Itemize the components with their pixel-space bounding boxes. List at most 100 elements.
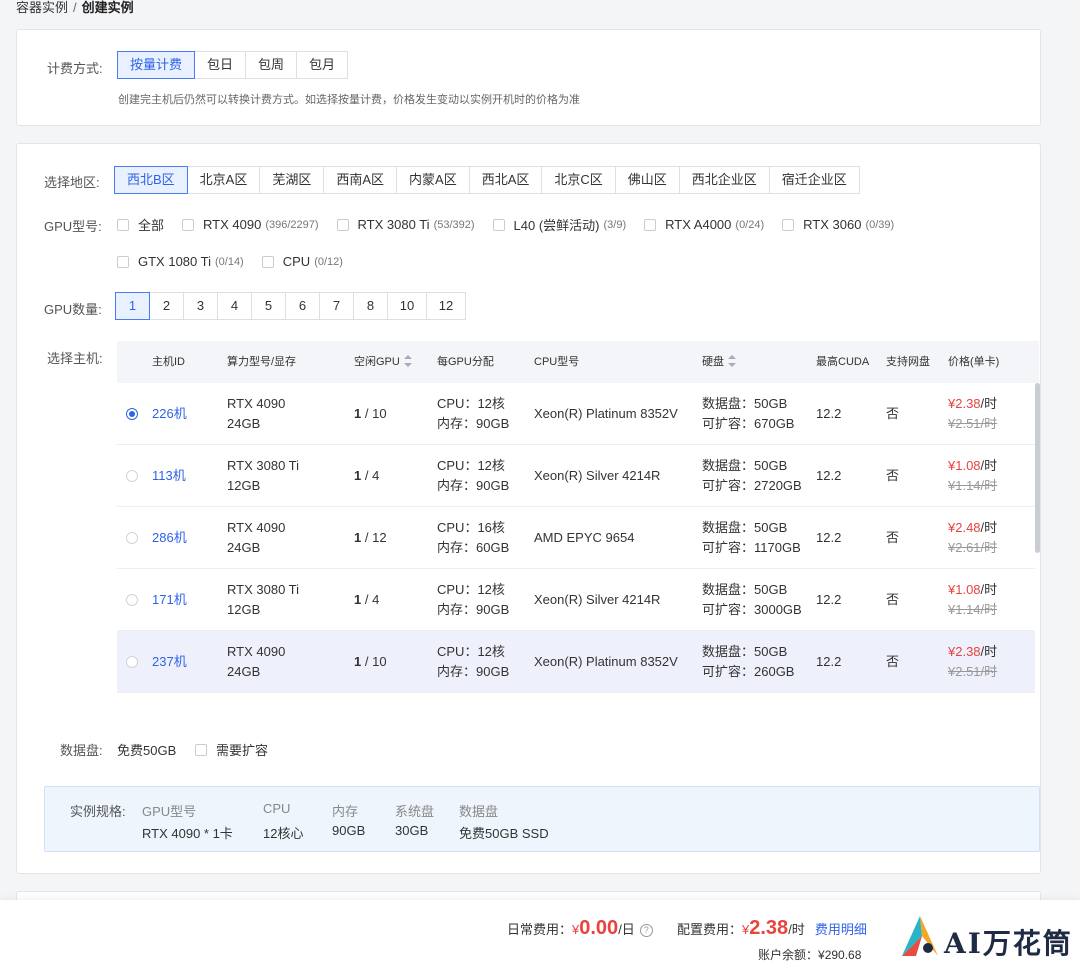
expand-label: 需要扩容 (216, 743, 269, 758)
checkbox-box[interactable] (195, 743, 207, 756)
host-table: 主机ID 算力型号/显存 空闲GPU 每GPU分配 CPU型号 硬盘 最高CUD… (117, 341, 1039, 708)
spec-value: 90GB (332, 823, 366, 838)
gpu-model-checkbox[interactable]: GTX 1080 Ti (0/14) (117, 254, 244, 269)
region-option[interactable]: 宿迁企业区 (768, 166, 860, 194)
logo-icon (902, 916, 938, 956)
billing-option-weekly[interactable]: 包周 (245, 51, 298, 79)
col-disk-label: 硬盘 (702, 356, 724, 368)
gpu-model-checkbox[interactable]: RTX 4090 (396/2297) (182, 217, 319, 232)
host-cuda: 12.2 (816, 592, 842, 607)
row-radio[interactable] (126, 656, 138, 668)
region-label: 选择地区: (44, 175, 100, 190)
logo: AI万花筒 (898, 912, 1078, 962)
host-free-gpu: 1 / 12 (354, 528, 387, 548)
row-radio[interactable] (126, 470, 138, 482)
table-row[interactable]: 171机 RTX 3080 Ti 12GB 1 / 4 CPU：12核 内存：9… (117, 569, 1035, 631)
gpu-model-label: GPU型号: (44, 219, 102, 234)
table-row[interactable]: 226机 RTX 4090 24GB 1 / 10 CPU：12核 内存：90G… (117, 383, 1035, 445)
region-option[interactable]: 北京C区 (541, 166, 616, 194)
breadcrumb-current: 创建实例 (81, 0, 134, 15)
spec-value: 12核心 (263, 826, 304, 841)
gpu-model-checkbox[interactable]: RTX 3060 (0/39) (782, 217, 894, 232)
billing-option-daily[interactable]: 包日 (194, 51, 247, 79)
gpu-count-option[interactable]: 5 (251, 292, 286, 320)
help-icon[interactable]: ? (639, 924, 653, 938)
balance-value: ¥290.68 (818, 948, 862, 962)
host-id[interactable]: 113机 (152, 466, 186, 486)
gpu-count-option[interactable]: 10 (387, 292, 427, 320)
checkbox-box[interactable] (492, 218, 505, 231)
host-model: RTX 4090 (227, 520, 286, 535)
region-option[interactable]: 芜湖区 (259, 166, 325, 194)
gpu-count-option[interactable]: 2 (149, 292, 184, 320)
region-option[interactable]: 西南A区 (323, 166, 398, 194)
row-radio[interactable] (126, 532, 138, 544)
host-expand: 可扩容：2720GB (702, 478, 802, 493)
region-option[interactable]: 内蒙A区 (396, 166, 470, 194)
host-id[interactable]: 286机 (152, 528, 187, 548)
expand-checkbox[interactable]: 需要扩容 (195, 740, 268, 759)
gpu-count-options: 1 2 3 4 5 6 7 8 10 12 (115, 292, 466, 320)
billing-option-hourly[interactable]: 按量计费 (117, 51, 196, 79)
checkbox-box[interactable] (644, 218, 657, 231)
gpu-model-checkbox[interactable]: RTX 3080 Ti (53/392) (336, 217, 475, 232)
checkbox-box[interactable] (117, 218, 129, 231)
balance-label: 账户余额： (758, 948, 819, 962)
host-netdisk: 否 (886, 654, 900, 669)
gpu-count-option[interactable]: 4 (217, 292, 252, 320)
breadcrumb-parent[interactable]: 容器实例 (16, 0, 68, 15)
gpu-model-checkbox[interactable]: RTX A4000 (0/24) (644, 217, 764, 232)
host-cpu: CPU：16核 (437, 520, 505, 535)
checkbox-box[interactable] (782, 218, 795, 231)
host-id[interactable]: 226机 (152, 404, 187, 424)
region-option[interactable]: 佛山区 (614, 166, 680, 194)
region-option[interactable]: 北京A区 (186, 166, 261, 194)
table-row[interactable]: 113机 RTX 3080 Ti 12GB 1 / 4 CPU：12核 内存：9… (117, 445, 1035, 507)
gpu-count-option[interactable]: 3 (183, 292, 218, 320)
checkbox-box[interactable] (261, 255, 274, 268)
table-scrollbar[interactable] (1035, 383, 1040, 553)
table-row[interactable]: 286机 RTX 4090 24GB 1 / 12 CPU：16核 内存：60G… (117, 507, 1035, 569)
row-radio[interactable] (126, 408, 138, 420)
table-row[interactable]: 237机 RTX 4090 24GB 1 / 10 CPU：12核 内存：90G… (117, 631, 1035, 693)
gpu-count-label: GPU数量: (44, 302, 102, 317)
cost-detail-link[interactable]: 费用明细 (815, 922, 867, 937)
host-model: RTX 3080 Ti (227, 582, 300, 597)
host-table-header: 主机ID 算力型号/显存 空闲GPU 每GPU分配 CPU型号 硬盘 最高CUD… (117, 341, 1039, 383)
checkbox-box[interactable] (117, 255, 129, 268)
col-disk[interactable]: 硬盘 (702, 341, 736, 383)
col-free-gpu[interactable]: 空闲GPU (354, 341, 412, 383)
instance-spec: 实例规格: GPU型号 RTX 4090 * 1卡 CPU 12核心 内存 90… (44, 786, 1040, 852)
gpu-count-option[interactable]: 12 (426, 292, 466, 320)
checkbox-box[interactable] (336, 218, 349, 231)
gpu-count-option[interactable]: 7 (319, 292, 354, 320)
gpu-count-option[interactable]: 8 (353, 292, 388, 320)
sort-icon[interactable] (728, 355, 736, 368)
billing-options: 按量计费 包日 包周 包月 (117, 51, 349, 79)
free-count: 1 (354, 654, 362, 669)
host-id[interactable]: 237机 (152, 652, 187, 672)
host-mem: 内存：90GB (437, 478, 510, 493)
spec-value: RTX 4090 * 1卡 (142, 826, 233, 841)
host-vram: 12GB (227, 602, 261, 617)
billing-option-monthly[interactable]: 包月 (296, 51, 349, 79)
region-option[interactable]: 西北企业区 (678, 166, 770, 194)
host-id[interactable]: 171机 (152, 590, 187, 610)
gpu-model-checkbox[interactable]: L40 (尝鲜活动) (3/9) (492, 215, 626, 234)
gpu-count-option[interactable]: 6 (285, 292, 320, 320)
billing-hint: 创建完主机后仍然可以转换计费方式。如选择按量计费，价格发生变动以实例开机时的价格… (118, 94, 580, 106)
host-old-price: ¥1.14/时 (948, 602, 998, 617)
checkbox-box[interactable] (182, 218, 195, 231)
free-count: 1 (354, 468, 362, 483)
gpu-model-checkbox[interactable]: 全部 (117, 215, 164, 234)
gpu-model-name: RTX 4090 (203, 217, 262, 232)
region-option[interactable]: 西北B区 (114, 166, 188, 194)
gpu-count-option[interactable]: 1 (115, 292, 150, 320)
row-radio[interactable] (126, 594, 138, 606)
host-cuda: 12.2 (816, 468, 842, 483)
price-value: ¥2.48 (948, 520, 981, 535)
region-option[interactable]: 西北A区 (468, 166, 543, 194)
host-vram: 24GB (227, 540, 261, 555)
sort-icon[interactable] (403, 355, 412, 368)
gpu-model-checkbox[interactable]: CPU (0/12) (261, 254, 343, 269)
